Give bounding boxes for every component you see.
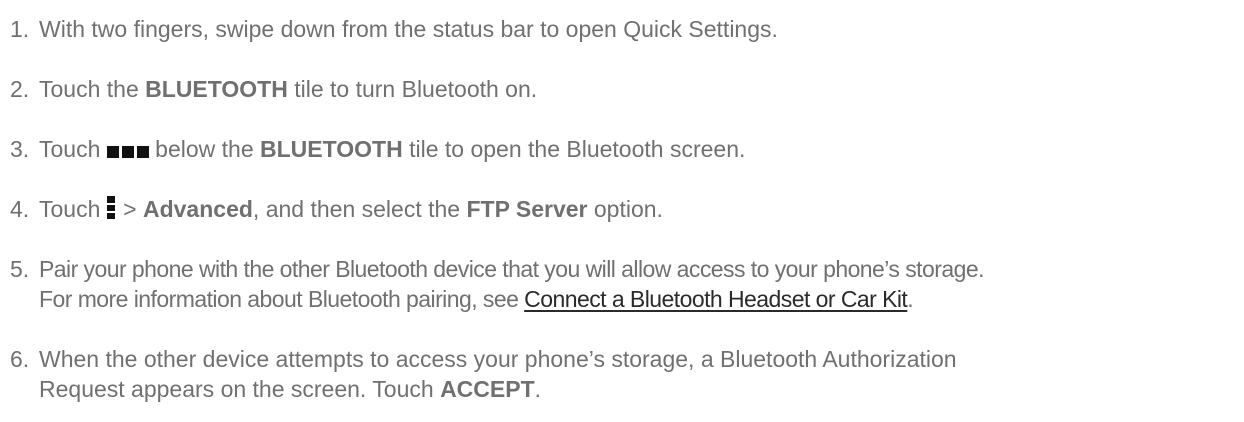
step-5-continuation: For more information about Bluetooth pai… [39,284,914,314]
step-text: below the [148,136,261,162]
menu-vertical-icon [106,196,117,219]
step-number: 1. [10,16,30,42]
step-text: Touch [39,136,107,162]
step-text: option. [587,196,663,222]
step-text: . [534,376,542,402]
ui-label-advanced: Advanced [142,196,253,222]
step-text: > [116,196,143,222]
step-4: 4. Touch > Advanced, and then select the … [10,194,663,224]
step-6: 6. When the other device attempts to acce… [10,344,957,374]
ui-label-bluetooth: BLUETOOTH [145,76,288,102]
step-number: 2. [10,76,30,102]
ui-label-bluetooth: BLUETOOTH [260,136,403,162]
step-text: . [907,286,914,312]
step-text: For more information about Bluetooth pai… [39,286,525,312]
step-5: 5. Pair your phone with the other Bluetoo… [10,254,984,284]
step-text: With two fingers, swipe down from the st… [39,16,778,42]
step-text: When the other device attempts to access… [39,346,957,372]
step-2: 2. Touch the BLUETOOTH tile to turn Bluet… [10,74,537,104]
headset-car-kit-link[interactable]: Connect a Bluetooth Headset or Car Kit [524,286,908,312]
step-text: , and then select the [252,196,467,222]
step-number: 6. [10,346,30,372]
step-text: Pair your phone with the other Bluetooth… [39,256,984,282]
step-text: Touch [39,196,107,222]
step-number: 3. [10,136,30,162]
step-text: Touch the [39,76,146,102]
ui-label-ftp-server: FTP Server [466,196,588,222]
step-text: tile to open the Bluetooth screen. [402,136,746,162]
step-number: 5. [10,256,30,282]
step-3: 3. Touch below the BLUETOOTH tile to open… [10,134,745,165]
step-number: 4. [10,196,30,222]
ui-label-accept: ACCEPT [440,376,535,402]
step-1: 1. With two fingers, swipe down from the … [10,14,778,44]
more-dots-icon [106,135,149,165]
step-text: tile to turn Bluetooth on. [287,76,538,102]
step-text: Request appears on the screen. Touch [39,376,441,402]
step-6-continuation: Request appears on the screen. Touch ACC… [39,374,541,404]
